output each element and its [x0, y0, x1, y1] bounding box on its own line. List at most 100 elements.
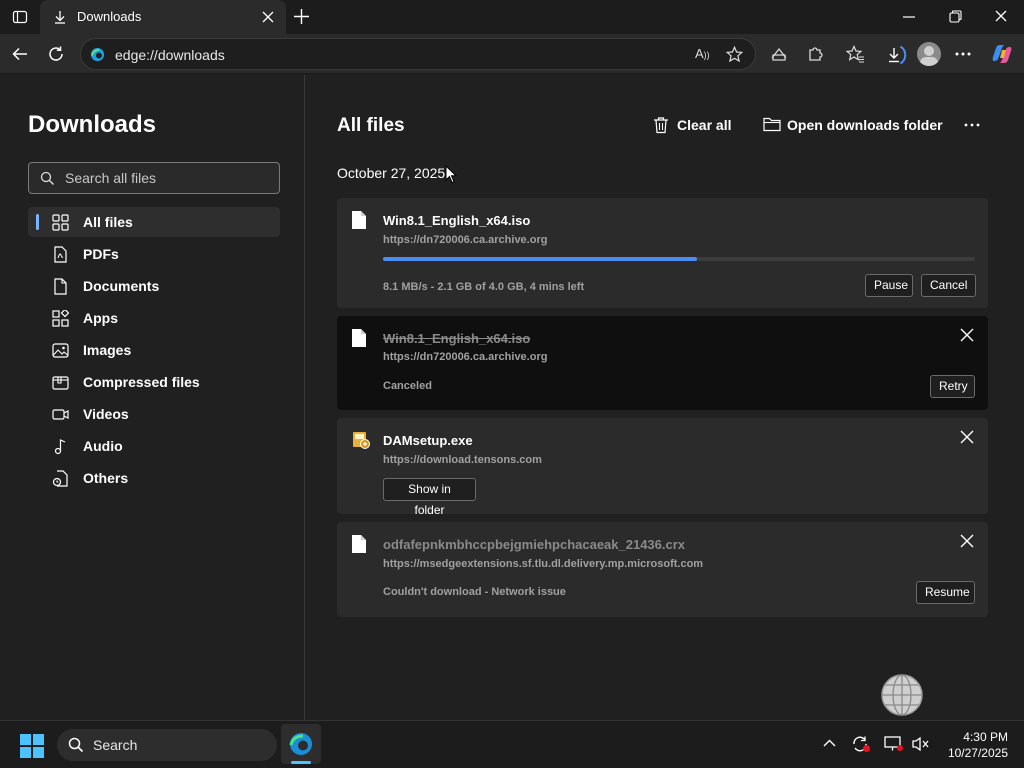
tab-downloads[interactable]: Downloads	[40, 0, 286, 34]
file-name[interactable]: odfafepnkmbhccpbejgmiehpchacaeak_21436.c…	[383, 537, 685, 552]
open-downloads-folder-button[interactable]: Open downloads folder	[763, 115, 943, 137]
sidebar-item-label: Apps	[83, 310, 118, 326]
more-actions-icon[interactable]	[964, 123, 980, 127]
volume-muted-icon[interactable]	[911, 736, 931, 752]
sidebar-item-documents[interactable]: Documents	[28, 271, 280, 301]
cancel-button[interactable]: Cancel	[921, 274, 976, 297]
favorites-icon[interactable]	[846, 45, 865, 63]
taskbar: Search 4:30 PM 10/27/2025	[0, 720, 1024, 768]
download-status: Couldn't download - Network issue	[383, 586, 566, 598]
edge-icon	[289, 732, 313, 756]
sidebar-item-others[interactable]: Others	[28, 463, 280, 493]
restore-icon[interactable]	[949, 10, 962, 23]
download-status: Canceled	[383, 380, 432, 392]
clear-all-button[interactable]: Clear all	[653, 115, 733, 137]
remove-from-list-icon[interactable]	[960, 430, 974, 444]
search-field[interactable]	[28, 162, 280, 194]
resume-button[interactable]: Resume	[916, 581, 975, 604]
chevron-up-icon[interactable]	[823, 739, 836, 747]
download-progress-bar	[383, 257, 975, 261]
sidebar-item-apps[interactable]: Apps	[28, 303, 280, 333]
file-source-url: https://msedgeextensions.sf.tlu.dl.deliv…	[383, 558, 704, 570]
search-input[interactable]	[65, 169, 265, 187]
downloads-toolbar-icon[interactable]	[881, 42, 907, 68]
sidebar-item-audio[interactable]: Audio	[28, 431, 280, 461]
download-item[interactable]: Win8.1_English_x64.iso https://dn720006.…	[337, 198, 988, 308]
copilot-icon[interactable]	[990, 43, 1014, 65]
sidebar-item-videos[interactable]: Videos	[28, 399, 280, 429]
retry-button[interactable]: Retry	[930, 375, 975, 398]
page-title: All files	[337, 115, 405, 136]
sidebar-item-pdfs[interactable]: PDFs	[28, 239, 280, 269]
grid-icon	[52, 214, 69, 231]
sidebar-item-label: Compressed files	[83, 374, 200, 390]
profile-avatar[interactable]	[917, 42, 941, 66]
sidebar-item-label: Others	[83, 470, 129, 486]
remove-from-list-icon[interactable]	[960, 534, 974, 548]
sidebar-item-label: Videos	[83, 406, 129, 422]
globe-icon[interactable]	[880, 673, 924, 717]
back-icon[interactable]	[11, 45, 29, 63]
clock-date: 10/27/2025	[947, 746, 1008, 760]
url-text: edge://downloads	[115, 47, 225, 63]
other-file-icon	[52, 470, 69, 487]
copilot-vision-icon[interactable]	[770, 46, 788, 62]
taskbar-search-label: Search	[93, 737, 138, 753]
archive-icon	[52, 374, 69, 391]
read-aloud-icon[interactable]: A))	[695, 46, 710, 61]
edge-logo-icon	[90, 47, 105, 62]
remove-from-list-icon[interactable]	[960, 328, 974, 342]
active-app-indicator	[291, 761, 311, 764]
address-bar[interactable]: edge://downloads A))	[80, 38, 756, 70]
file-icon	[351, 534, 367, 554]
windows-start-icon[interactable]	[20, 734, 44, 758]
search-icon	[40, 171, 55, 186]
open-downloads-folder-label: Open downloads folder	[787, 117, 943, 133]
sidebar-item-label: Audio	[83, 438, 123, 454]
sidebar-item-all-files[interactable]: All files	[28, 207, 280, 237]
file-source-url: https://dn720006.ca.archive.org	[383, 234, 548, 246]
download-item[interactable]: odfafepnkmbhccpbejgmiehpchacaeak_21436.c…	[337, 522, 988, 617]
image-icon	[52, 342, 69, 359]
sidebar-item-label: Documents	[83, 278, 160, 294]
extensions-icon[interactable]	[806, 45, 824, 63]
sidebar-item-label: Images	[83, 342, 132, 358]
downloads-page: Downloads All files PDFs Documents Apps …	[0, 75, 1024, 720]
network-display-icon[interactable]	[884, 736, 904, 752]
download-icon	[52, 9, 68, 25]
search-icon	[68, 737, 84, 753]
clear-all-label: Clear all	[677, 117, 732, 133]
sidebar-item-compressed-files[interactable]: Compressed files	[28, 367, 280, 397]
favorite-star-icon[interactable]	[726, 46, 743, 63]
more-options-icon[interactable]	[955, 52, 971, 56]
show-in-folder-button[interactable]: Show in folder	[383, 478, 476, 517]
taskbar-edge-app[interactable]	[281, 724, 321, 764]
download-item[interactable]: DAMsetup.exe https://download.tensons.co…	[337, 418, 988, 517]
mouse-cursor-icon	[445, 165, 457, 184]
file-name[interactable]: DAMsetup.exe	[383, 433, 473, 448]
file-source-url: https://download.tensons.com	[383, 454, 542, 466]
tab-actions-icon[interactable]	[12, 9, 28, 25]
sidebar-item-images[interactable]: Images	[28, 335, 280, 365]
installer-file-icon	[351, 430, 371, 450]
sync-alert-icon[interactable]	[851, 735, 871, 753]
download-item[interactable]: Win8.1_English_x64.iso https://dn720006.…	[337, 316, 988, 410]
title-bar: Downloads	[0, 0, 1024, 34]
tab-title: Downloads	[77, 9, 142, 24]
sidebar: Downloads All files PDFs Documents Apps …	[0, 75, 305, 720]
close-window-icon[interactable]	[995, 10, 1007, 22]
file-name[interactable]: Win8.1_English_x64.iso	[383, 213, 530, 228]
download-status: 8.1 MB/s - 2.1 GB of 4.0 GB, 4 mins left	[383, 281, 585, 293]
taskbar-search[interactable]: Search	[57, 729, 277, 761]
pause-button[interactable]: Pause	[865, 274, 913, 297]
refresh-icon[interactable]	[47, 45, 65, 63]
file-icon	[351, 210, 367, 230]
active-indicator	[36, 214, 39, 230]
new-tab-icon[interactable]	[293, 8, 310, 25]
file-name[interactable]: Win8.1_English_x64.iso	[383, 331, 530, 346]
apps-icon	[52, 310, 69, 327]
minimize-icon[interactable]	[903, 16, 915, 18]
system-clock[interactable]: 4:30 PM 10/27/2025	[948, 729, 1008, 761]
close-tab-icon[interactable]	[262, 11, 274, 23]
folder-icon	[763, 116, 781, 132]
